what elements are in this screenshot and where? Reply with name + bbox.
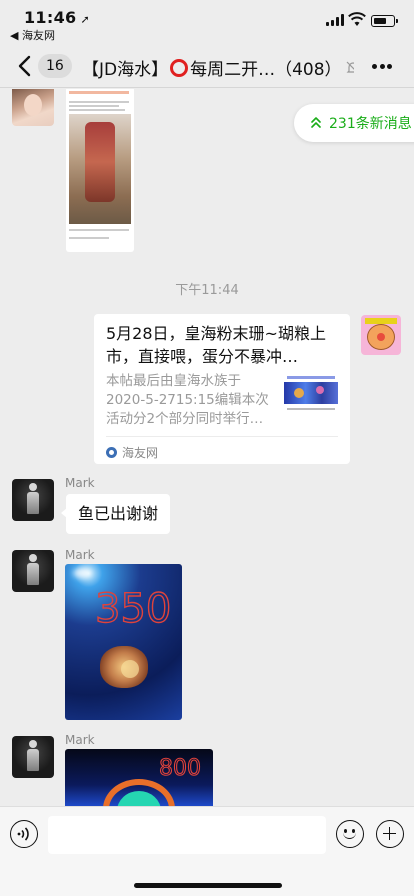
link-card-description: 本帖最后由皇海水族于 2020-5-2715:15编辑本次活动分2个部分同时举行… bbox=[106, 373, 269, 427]
double-chevron-up-icon bbox=[311, 117, 321, 128]
voice-input-button[interactable] bbox=[10, 820, 38, 848]
shared-screenshot-image[interactable] bbox=[66, 89, 134, 252]
photo-caption-350: 350 bbox=[95, 586, 171, 632]
sender-avatar-mark[interactable] bbox=[12, 550, 54, 592]
shared-link-card[interactable]: 5月28日，皇海粉末珊~瑚粮上市，直接喂，蛋分不暴冲… 本帖最后由皇海水族于 2… bbox=[94, 314, 350, 464]
coral-photo-message[interactable]: 350 bbox=[65, 564, 182, 720]
sender-avatar-mark[interactable] bbox=[12, 479, 54, 521]
wifi-icon bbox=[348, 12, 366, 26]
plus-button[interactable] bbox=[376, 820, 404, 848]
new-messages-button[interactable]: 231条新消息 bbox=[294, 104, 414, 142]
chat-title[interactable]: 【JD海水】 每周二开…（408） bbox=[82, 55, 354, 80]
mute-bell-icon bbox=[346, 61, 354, 73]
chat-message-list[interactable]: 231条新消息 下午11:44 5月28日，皇海粉末珊~瑚粮上市，直接喂，蛋分不… bbox=[0, 89, 414, 806]
back-button[interactable]: 16 bbox=[14, 52, 72, 80]
title-suffix: 每周二开…（408） bbox=[190, 60, 342, 80]
link-card-thumbnail bbox=[284, 374, 338, 414]
unread-count-badge: 16 bbox=[38, 54, 72, 78]
new-messages-label: 231条新消息 bbox=[329, 116, 412, 132]
sender-avatar-mark[interactable] bbox=[12, 736, 54, 778]
emoji-button[interactable] bbox=[336, 820, 364, 848]
divider bbox=[106, 436, 338, 437]
status-time: 11:46 ➚ bbox=[24, 8, 90, 27]
smiley-icon bbox=[343, 832, 356, 839]
more-dot-icon bbox=[372, 64, 377, 69]
message-bubble[interactable]: 鱼已出谢谢 bbox=[60, 494, 171, 534]
more-options-button[interactable] bbox=[372, 64, 392, 70]
link-card-source: 海友网 bbox=[106, 444, 158, 461]
chat-header: 16 【JD海水】 每周二开…（408） bbox=[0, 44, 414, 88]
more-dot-icon bbox=[379, 64, 385, 69]
title-prefix: 【JD海水】 bbox=[82, 60, 169, 80]
back-to-app-link[interactable]: ◀ 海友网 bbox=[10, 27, 55, 43]
chevron-left-icon bbox=[18, 55, 31, 77]
photo-handwriting: 800 bbox=[158, 755, 201, 779]
sender-name: Mark bbox=[65, 548, 95, 562]
coral-photo-message[interactable]: 800 bbox=[65, 749, 213, 806]
sender-name: Mark bbox=[65, 476, 95, 490]
message-input-bar bbox=[0, 806, 414, 896]
message-timestamp: 下午11:44 bbox=[175, 283, 239, 298]
source-logo-icon bbox=[106, 447, 117, 458]
sound-wave-icon bbox=[17, 827, 29, 841]
status-bar: 11:46 ➚ ◀ 海友网 bbox=[0, 0, 414, 44]
home-indicator[interactable] bbox=[134, 883, 282, 888]
red-circle-icon bbox=[170, 58, 189, 77]
message-input[interactable] bbox=[48, 816, 326, 854]
battery-icon bbox=[371, 15, 398, 27]
more-dot-icon bbox=[387, 64, 392, 69]
my-avatar[interactable] bbox=[361, 315, 401, 355]
cellular-signal-icon bbox=[326, 14, 344, 26]
link-card-source-label: 海友网 bbox=[122, 446, 159, 460]
location-arrow-icon: ➚ bbox=[80, 13, 90, 26]
link-card-title: 5月28日，皇海粉末珊~瑚粮上市，直接喂，蛋分不暴冲… bbox=[106, 324, 326, 366]
sender-name: Mark bbox=[65, 733, 95, 747]
photo-handwriting: 350 bbox=[94, 585, 172, 632]
sender-avatar[interactable] bbox=[12, 89, 54, 126]
photo-caption-800: 800 bbox=[159, 756, 201, 779]
